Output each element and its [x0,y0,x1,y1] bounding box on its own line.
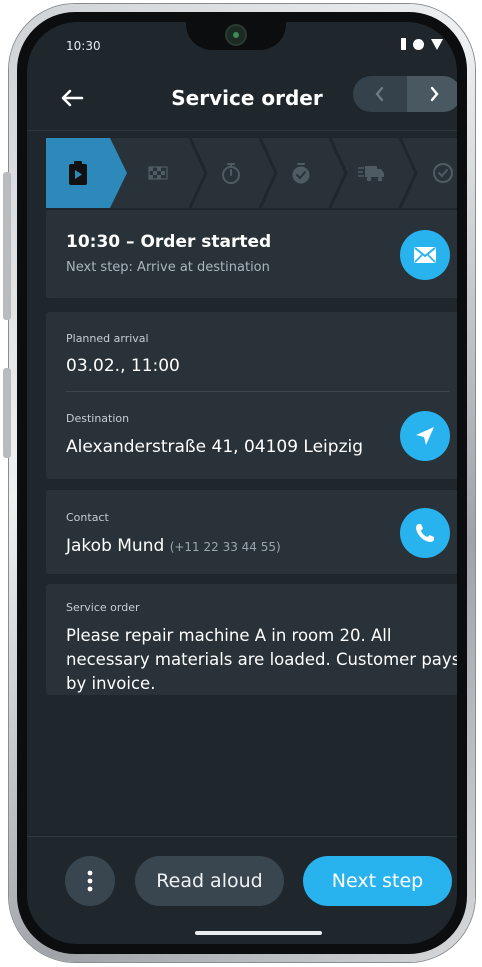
contact-phone: (+11 22 33 44 55) [169,540,281,554]
navigation-arrow-icon [416,427,434,445]
status-time: 10:30 [66,39,101,53]
kebab-menu-icon [87,870,93,892]
chevron-left-icon [375,86,384,102]
checkered-flag-icon [148,166,168,180]
service-order-card: Service order Please repair machine A in… [46,584,457,695]
delivery-truck-icon [358,166,384,182]
service-order-text: Please repair machine A in room 20. All … [66,626,457,693]
step-arrival[interactable] [128,138,188,208]
service-order-label: Service order [66,601,140,614]
footer-divider [27,836,457,837]
progress-steps [46,138,457,208]
planned-arrival-label: Planned arrival [66,332,149,345]
next-step-button[interactable]: Next step [303,856,452,906]
call-button[interactable] [400,508,450,558]
chevron-right-icon [430,86,439,102]
planned-arrival-value: 03.02., 11:00 [66,356,180,376]
contact-card: Contact Jakob Mund (+11 22 33 44 55) [46,490,457,574]
destination-value: Alexanderstraße 41, 04109 Leipzig [66,437,364,457]
wifi-icon [431,38,443,50]
step-work-done[interactable] [271,138,331,208]
contact-name: Jakob Mund [66,536,165,556]
route-divider [66,391,449,392]
step-complete[interactable] [416,138,457,208]
app-screen: 10:30 Service order 10:30 – Order starte… [27,22,457,944]
home-indicator[interactable] [195,931,322,935]
contact-label: Contact [66,511,109,524]
next-order-button[interactable] [407,76,457,112]
app-header: Service order [27,74,457,124]
route-card: Planned arrival 03.02., 11:00 Destinatio… [46,312,457,479]
status-title: 10:30 – Order started [66,232,272,252]
check-circle-icon [432,163,453,183]
read-aloud-button[interactable]: Read aloud [135,856,284,906]
status-dot-icon [413,38,424,50]
phone-icon [416,524,434,542]
front-camera [227,26,245,44]
destination-label: Destination [66,412,130,425]
signal-icon [401,38,406,50]
clipboard-play-icon [69,161,87,185]
stopwatch-icon [222,163,240,184]
step-order-started[interactable] [46,138,127,208]
header-divider [27,130,457,131]
status-icons [401,38,443,50]
more-options-button[interactable] [65,856,115,906]
message-button[interactable] [400,230,450,280]
status-card: 10:30 – Order started Next step: Arrive … [46,210,457,298]
previous-order-button[interactable] [353,76,407,112]
step-departure[interactable] [341,138,401,208]
power-button [3,368,11,458]
next-step-hint: Next step: Arrive at destination [66,260,270,275]
envelope-icon [414,247,436,263]
step-separator [398,138,418,208]
navigate-button[interactable] [400,411,450,461]
order-pager [353,76,457,112]
step-work-timer[interactable] [201,138,261,208]
stopwatch-check-icon [292,163,310,184]
camera-notch [186,22,286,50]
volume-button [3,172,11,320]
contact-name-line: Jakob Mund (+11 22 33 44 55) [66,536,281,556]
